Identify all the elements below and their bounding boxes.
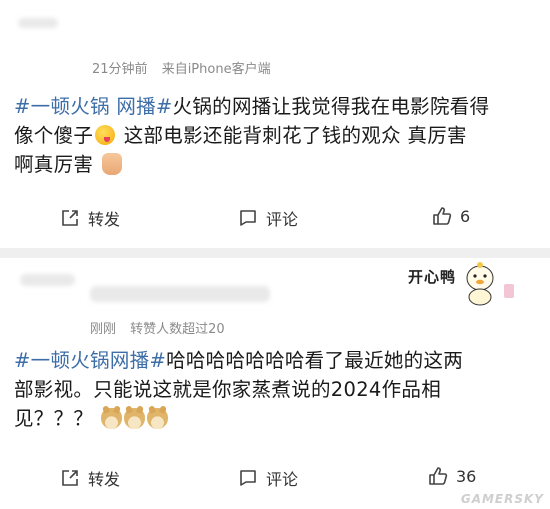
post-source: 来自iPhone客户端 <box>161 62 271 77</box>
comment-icon <box>240 210 256 226</box>
sticker: 开心鸭 <box>402 258 522 310</box>
post-line-3: 见？？？ <box>14 404 534 433</box>
post-text: 火锅的网播让我觉得我在电影院看得 <box>172 95 490 118</box>
comment-button[interactable]: 评论 <box>238 466 298 490</box>
post-line-2: 部影视。只能说这就是你家蒸煮说的2024作品相 <box>14 375 534 404</box>
post-time: 刚刚 <box>90 322 117 337</box>
sticker-text: 开心鸭 <box>408 268 457 286</box>
wink-emoji-icon <box>95 125 116 145</box>
repost-button[interactable]: 转发 <box>60 206 120 230</box>
blurred-avatar <box>18 18 58 28</box>
topic-link[interactable]: #一顿火锅 网播# <box>14 95 173 118</box>
post-line-2: 像个傻子 这部电影还能背刺花了钱的观众 真厉害 <box>14 121 534 150</box>
post-text: 这部电影还能背刺花了钱的观众 真厉害 <box>117 124 467 147</box>
comment-button[interactable]: 评论 <box>238 206 298 230</box>
weibo-post-card-1: 21分钟前 来自iPhone客户端 #一顿火锅 网播#火锅的网播让我觉得我在电影… <box>0 0 550 248</box>
doge-emoji-icon <box>146 408 168 429</box>
comment-label: 评论 <box>266 470 299 489</box>
weibo-post-card-2: 开心鸭 刚刚 转赞人数超过20 #一顿火锅网播#哈哈哈哈哈哈哈看了最近她的这两 … <box>0 258 550 509</box>
post-line-1: #一顿火锅 网播#火锅的网播让我觉得我在电影院看得 <box>14 92 534 121</box>
repost-icon <box>62 210 78 226</box>
like-count: 36 <box>456 466 477 486</box>
like-button[interactable]: 6 <box>432 206 470 226</box>
like-icon <box>429 467 448 485</box>
post-meta: 刚刚 转赞人数超过20 <box>90 318 235 337</box>
blurred-avatar <box>20 274 75 286</box>
repost-label: 转发 <box>88 210 121 229</box>
repost-icon <box>62 470 78 486</box>
watermark: GAMERSKY <box>460 492 544 506</box>
post-text: 哈哈哈哈哈哈哈看了最近她的这两 <box>166 349 464 372</box>
thumbs-up-emoji-icon <box>101 153 122 175</box>
post-meta: 21分钟前 来自iPhone客户端 <box>92 58 281 77</box>
like-count: 6 <box>460 206 471 226</box>
repost-button[interactable]: 转发 <box>60 466 120 490</box>
repost-label: 转发 <box>88 470 121 489</box>
post-body: #一顿火锅 网播#火锅的网播让我觉得我在电影院看得 像个傻子 这部电影还能背刺花… <box>14 92 534 179</box>
post-text: 像个傻子 <box>14 124 94 147</box>
comment-icon <box>240 470 256 486</box>
post-text: 见？？？ <box>14 407 94 430</box>
like-icon <box>433 207 452 225</box>
blurred-username <box>90 286 270 302</box>
post-text: 部影视。只能说这就是你家蒸煮说的2024作品相 <box>14 378 442 401</box>
post-body: #一顿火锅网播#哈哈哈哈哈哈哈看了最近她的这两 部影视。只能说这就是你家蒸煮说的… <box>14 346 534 433</box>
post-text: 啊真厉害 <box>14 153 94 176</box>
action-bar: 转发 评论 6 <box>0 206 550 236</box>
post-line-3: 啊真厉害 <box>14 150 534 179</box>
post-line-1: #一顿火锅网播#哈哈哈哈哈哈哈看了最近她的这两 <box>14 346 534 375</box>
sticker-decoration <box>504 284 514 298</box>
comment-label: 评论 <box>266 210 299 229</box>
topic-link[interactable]: #一顿火锅网播# <box>14 349 166 372</box>
post-time: 21分钟前 <box>92 62 148 77</box>
doge-emoji-icon <box>100 408 122 429</box>
duck-sticker-icon <box>466 262 494 306</box>
doge-emoji-icon <box>123 408 145 429</box>
like-button[interactable]: 36 <box>428 466 476 486</box>
post-info: 转赞人数超过20 <box>130 322 225 337</box>
card-divider <box>0 248 550 258</box>
